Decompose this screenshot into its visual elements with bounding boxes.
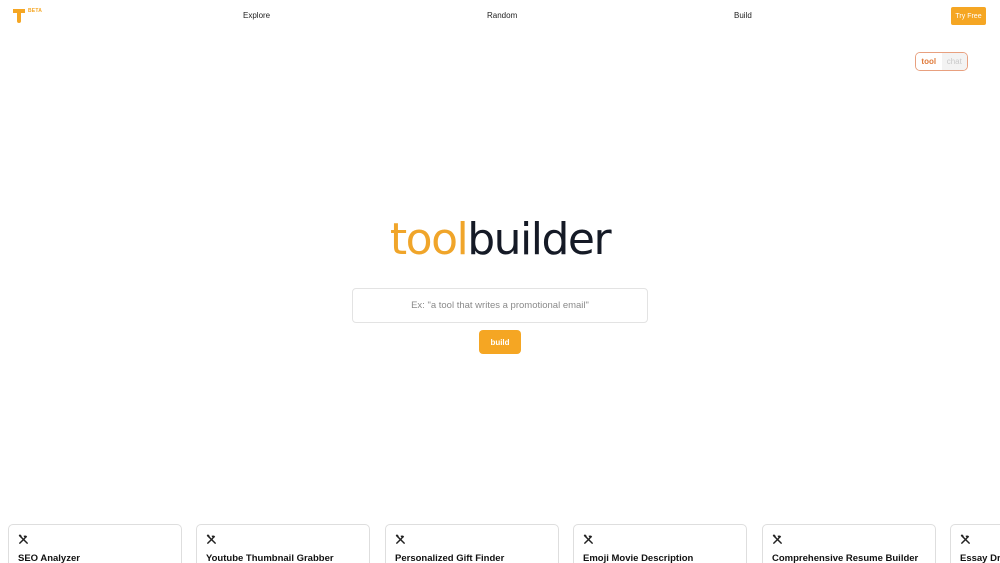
tools-icon bbox=[18, 534, 28, 544]
tool-card[interactable]: Personalized Gift Finder bbox=[385, 524, 559, 563]
mode-option-chat[interactable]: chat bbox=[941, 53, 967, 70]
tool-card-title: Essay Dra bbox=[960, 553, 1000, 563]
build-button[interactable]: build bbox=[479, 330, 521, 354]
tool-card[interactable]: Essay Dra bbox=[950, 524, 1000, 563]
nav-explore-link[interactable]: Explore bbox=[243, 11, 270, 20]
tool-prompt-input[interactable] bbox=[352, 288, 648, 323]
nav-random-link[interactable]: Random bbox=[487, 11, 517, 20]
mode-toggle: tool chat bbox=[915, 52, 968, 71]
logo[interactable]: BETA bbox=[12, 8, 42, 26]
page: BETA Explore Random Build Try Free tool … bbox=[0, 0, 1000, 563]
tool-card[interactable]: SEO Analyzer bbox=[8, 524, 182, 563]
logo-t-icon bbox=[13, 9, 25, 23]
tools-icon bbox=[583, 534, 593, 544]
tools-icon bbox=[960, 534, 970, 544]
nav-build-link[interactable]: Build bbox=[734, 11, 752, 20]
tool-card-title: Comprehensive Resume Builder bbox=[772, 553, 919, 563]
beta-badge: BETA bbox=[28, 8, 43, 14]
top-nav: BETA Explore Random Build Try Free bbox=[0, 0, 1000, 32]
brand-title: toolbuilder bbox=[0, 212, 1000, 268]
brand-title-tool: tool bbox=[389, 214, 469, 265]
tool-card[interactable]: Emoji Movie Description bbox=[573, 524, 747, 563]
tools-icon bbox=[395, 534, 405, 544]
brand-title-builder: builder bbox=[467, 214, 611, 265]
tool-card-title: Emoji Movie Description bbox=[583, 553, 694, 563]
tool-card[interactable]: Comprehensive Resume Builder bbox=[762, 524, 936, 563]
mode-option-tool[interactable]: tool bbox=[916, 53, 942, 70]
tool-cards-row: SEO Analyzer Youtube Thumbnail Grabber P… bbox=[0, 524, 1000, 563]
tool-card[interactable]: Youtube Thumbnail Grabber bbox=[196, 524, 370, 563]
tools-icon bbox=[206, 534, 216, 544]
tool-card-title: SEO Analyzer bbox=[18, 553, 80, 563]
tool-card-title: Youtube Thumbnail Grabber bbox=[206, 553, 334, 563]
try-free-button[interactable]: Try Free bbox=[951, 7, 986, 25]
tools-icon bbox=[772, 534, 782, 544]
tool-card-title: Personalized Gift Finder bbox=[395, 553, 505, 563]
